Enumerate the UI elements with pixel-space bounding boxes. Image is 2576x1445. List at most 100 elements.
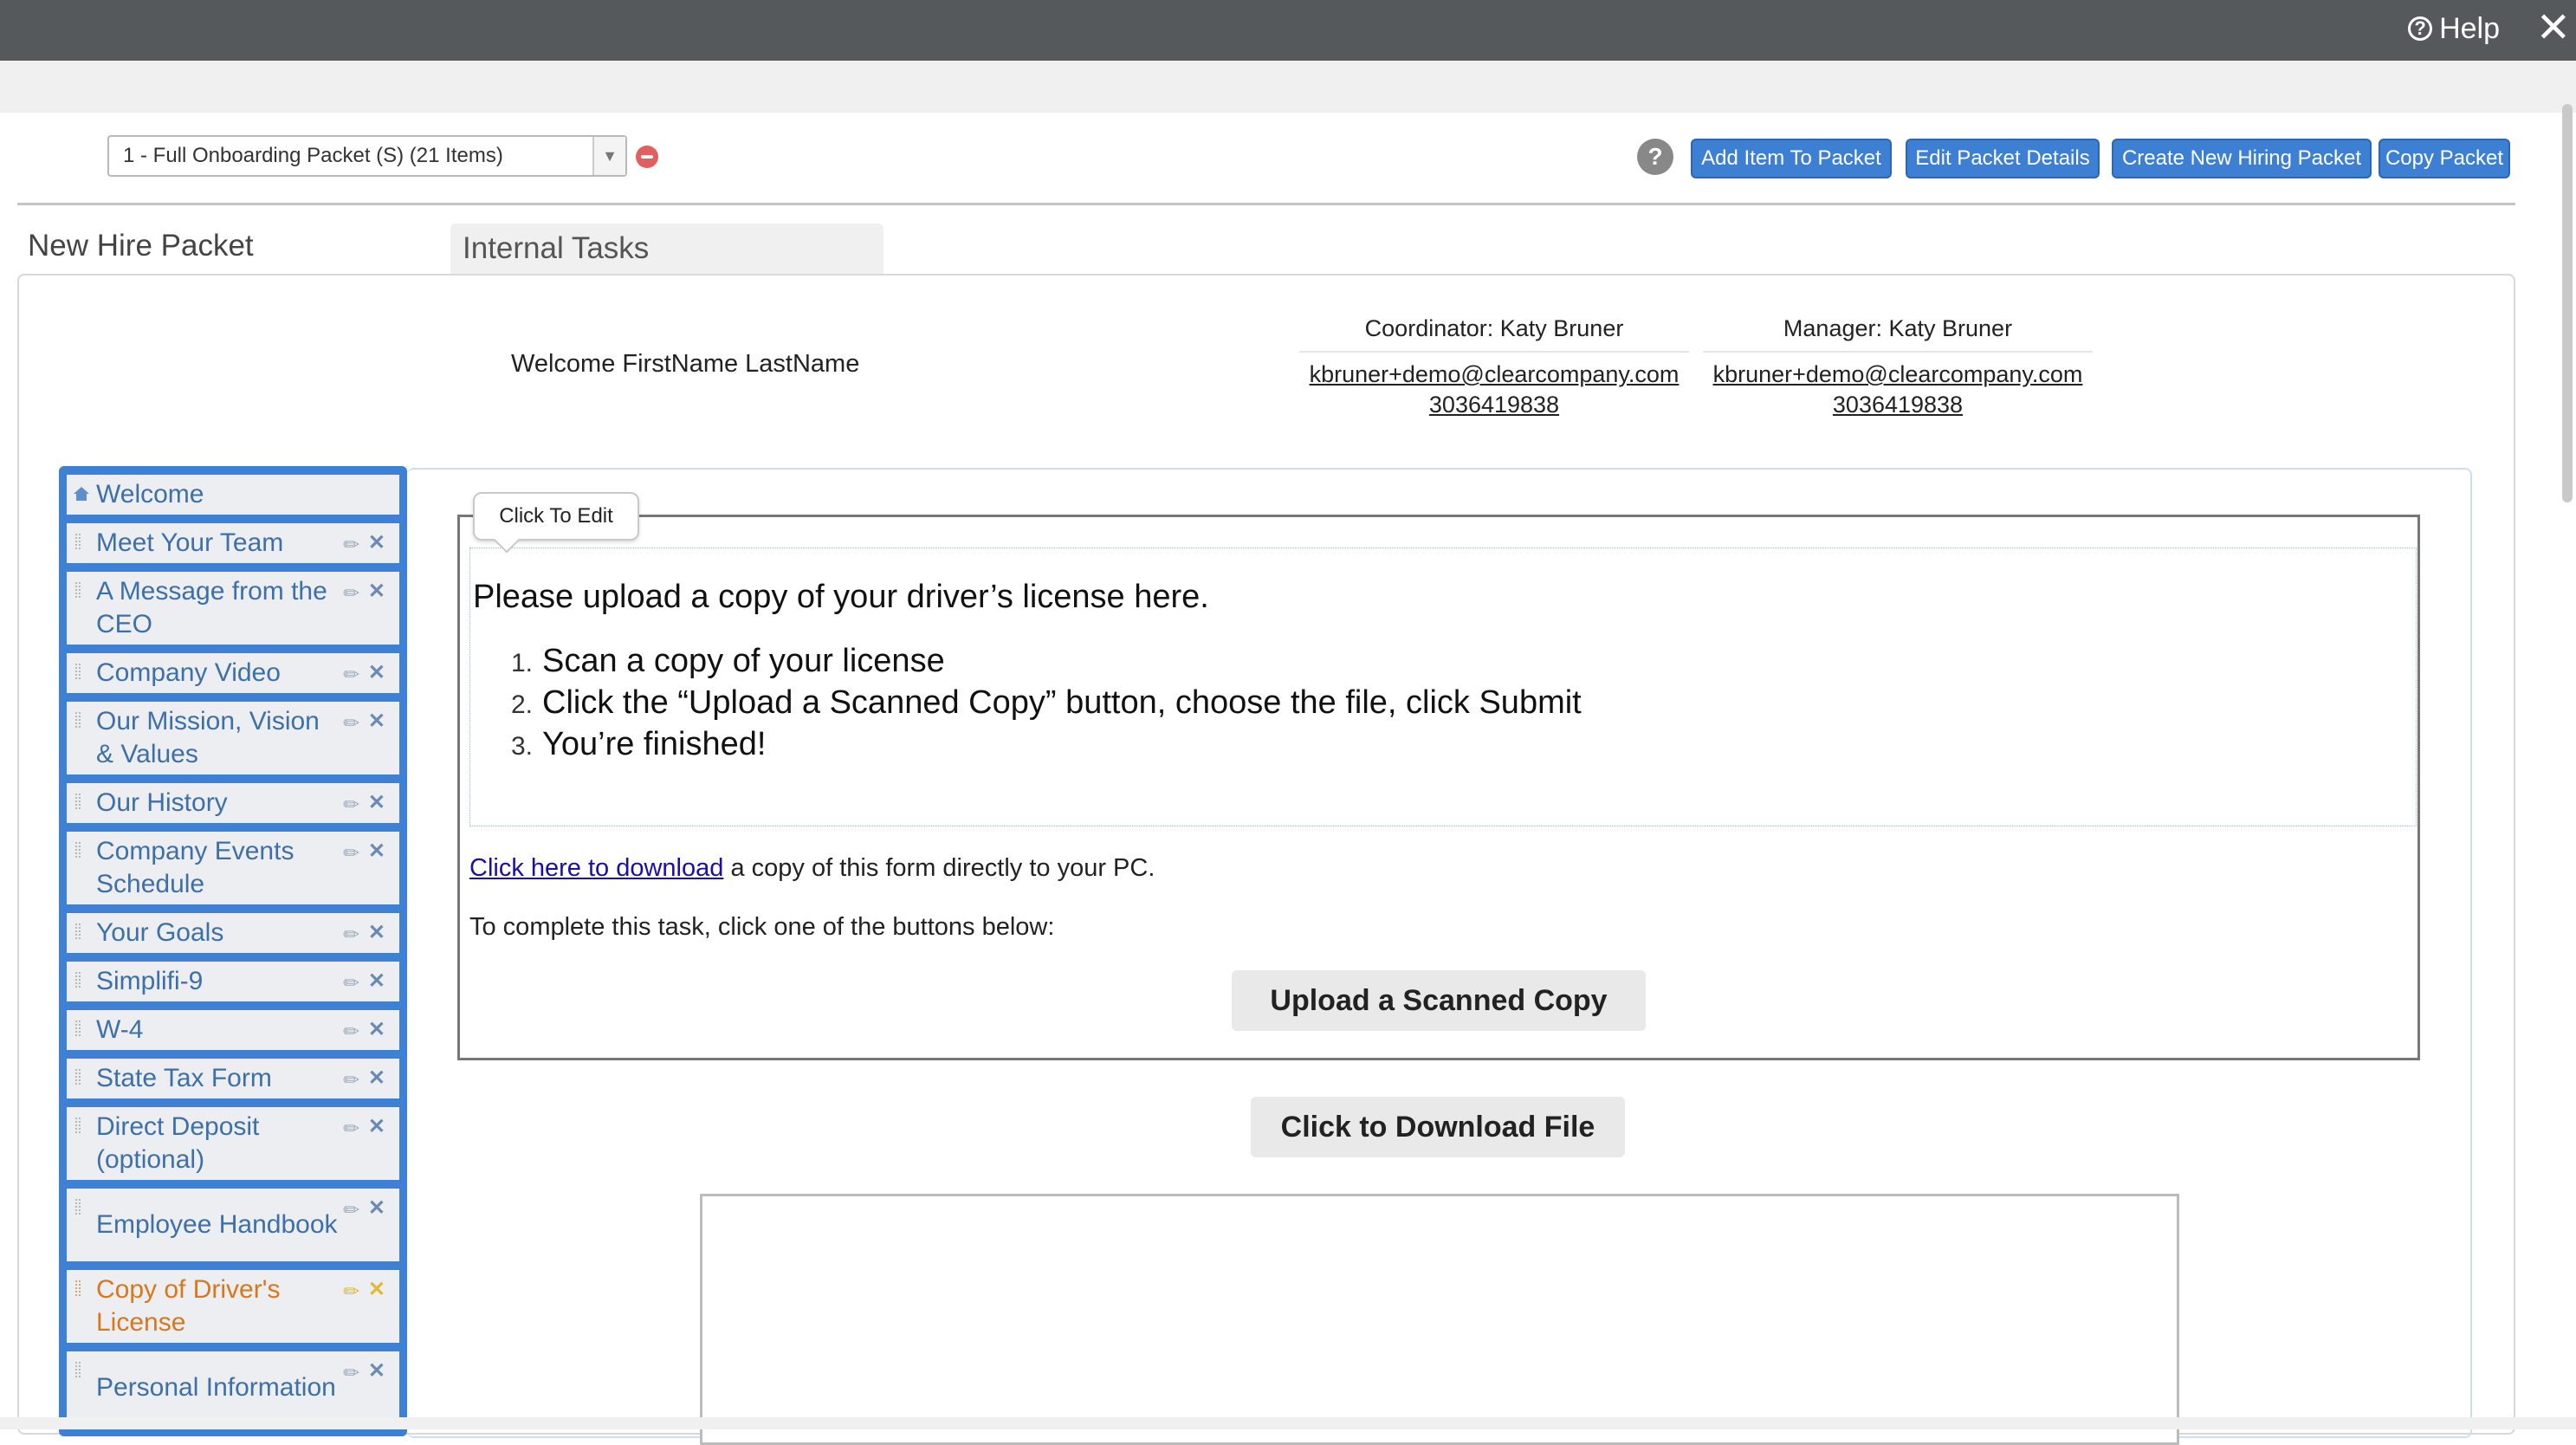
sidebar-item-label: Direct Deposit (optional)	[96, 1112, 260, 1174]
edit-pencil-icon[interactable]: ✎	[334, 787, 369, 822]
drag-handle-icon[interactable]	[75, 794, 81, 809]
delete-x-icon[interactable]: ✕	[368, 1273, 385, 1306]
sidebar-item-label: Your Goals	[96, 918, 224, 947]
delete-x-icon[interactable]: ✕	[368, 787, 385, 820]
chevron-down-icon[interactable]: ▼	[592, 137, 625, 175]
edit-pencil-icon[interactable]: ✎	[334, 917, 369, 952]
edit-pencil-icon[interactable]: ✎	[334, 836, 369, 871]
sidebar-item-simplifi-9[interactable]: Simplifi-9 ✎ ✕	[67, 962, 399, 1001]
sidebar-item-our-history[interactable]: Our History ✎ ✕	[67, 783, 399, 823]
coordinator-contact: Coordinator: Katy Bruner kbruner+demo@cl…	[1299, 315, 1689, 418]
sidebar-item-direct-deposit[interactable]: Direct Deposit (optional) ✎ ✕	[67, 1107, 399, 1180]
instructions-heading: Please upload a copy of your driver’s li…	[473, 579, 1209, 615]
sidebar-item-label: Meet Your Team	[96, 528, 284, 557]
copy-packet-button[interactable]: Copy Packet	[2379, 139, 2510, 178]
sidebar-item-label: W-4	[96, 1015, 144, 1044]
delete-x-icon[interactable]: ✕	[368, 1192, 385, 1225]
manager-phone-link[interactable]: 3036419838	[1703, 392, 2093, 418]
help-link[interactable]: ? Help	[2408, 0, 2500, 57]
edit-pencil-icon[interactable]: ✎	[334, 1014, 369, 1049]
delete-x-icon[interactable]: ✕	[368, 575, 385, 608]
add-item-button[interactable]: Add Item To Packet	[1691, 139, 1892, 178]
manager-email-link[interactable]: kbruner+demo@clearcompany.com	[1703, 361, 2093, 388]
sidebar-item-label: Our History	[96, 788, 228, 817]
sidebar-item-your-goals[interactable]: Your Goals ✎ ✕	[67, 913, 399, 953]
drag-handle-icon[interactable]	[75, 582, 81, 598]
drag-handle-icon[interactable]	[75, 1362, 81, 1377]
edit-pencil-icon[interactable]: ✎	[334, 1356, 369, 1390]
sidebar-item-company-video[interactable]: Company Video ✎ ✕	[67, 653, 399, 693]
drag-handle-icon[interactable]	[75, 1021, 81, 1036]
sidebar-item-drivers-license[interactable]: Copy of Driver's License ✎ ✕	[67, 1270, 399, 1343]
delete-x-icon[interactable]: ✕	[368, 657, 385, 690]
document-preview-frame[interactable]	[700, 1194, 2179, 1445]
tab-new-hire-packet[interactable]: New Hire Packet	[28, 229, 254, 263]
sidebar-item-employee-handbook[interactable]: Employee Handbook ✎ ✕	[67, 1189, 399, 1261]
manager-name: Manager: Katy Bruner	[1703, 315, 2093, 353]
delete-x-icon[interactable]: ✕	[368, 965, 385, 998]
sidebar-item-meet-your-team[interactable]: Meet Your Team ✎ ✕	[67, 523, 399, 563]
top-bar: ? Help ✕	[0, 0, 2576, 61]
manager-contact: Manager: Katy Bruner kbruner+demo@clearc…	[1703, 315, 2093, 418]
edit-pencil-icon[interactable]: ✎	[334, 1111, 369, 1146]
download-instruction-text: a copy of this form directly to your PC.	[723, 854, 1155, 882]
click-to-edit-tooltip: Click To Edit	[473, 492, 639, 541]
drag-handle-icon[interactable]	[75, 972, 81, 988]
delete-x-icon[interactable]: ✕	[368, 1111, 385, 1144]
remove-packet-icon[interactable]	[636, 146, 658, 168]
delete-x-icon[interactable]: ✕	[368, 1062, 385, 1095]
sidebar-item-welcome[interactable]: Welcome	[67, 475, 399, 515]
tab-internal-tasks[interactable]: Internal Tasks	[450, 224, 883, 274]
delete-x-icon[interactable]: ✕	[368, 1014, 385, 1046]
drag-handle-icon[interactable]	[75, 842, 81, 858]
edit-pencil-icon[interactable]: ✎	[334, 576, 369, 611]
edit-pencil-icon[interactable]: ✎	[334, 658, 369, 692]
edit-packet-details-button[interactable]: Edit Packet Details	[1906, 139, 2100, 178]
sidebar-item-label: A Message from the CEO	[96, 577, 327, 638]
edit-pencil-icon[interactable]: ✎	[334, 1063, 369, 1098]
sidebar-item-state-tax-form[interactable]: State Tax Form ✎ ✕	[67, 1059, 399, 1098]
close-icon[interactable]: ✕	[2536, 5, 2571, 52]
edit-pencil-icon[interactable]: ✎	[334, 528, 369, 562]
sidebar-item-events-schedule[interactable]: Company Events Schedule ✎ ✕	[67, 832, 399, 904]
drag-handle-icon[interactable]	[75, 534, 81, 549]
edit-pencil-icon[interactable]: ✎	[334, 1193, 369, 1228]
drag-handle-icon[interactable]	[75, 923, 81, 939]
download-link[interactable]: Click here to download	[469, 854, 723, 882]
sidebar-item-w-4[interactable]: W-4 ✎ ✕	[67, 1010, 399, 1050]
delete-x-icon[interactable]: ✕	[368, 917, 385, 949]
list-item: 2. Click the “Upload a Scanned Copy” butt…	[511, 684, 1582, 721]
create-new-hiring-packet-button[interactable]: Create New Hiring Packet	[2112, 139, 2372, 178]
scrollbar[interactable]	[2559, 95, 2576, 502]
scrollbar-thumb[interactable]	[2562, 104, 2573, 502]
welcome-text: Welcome FirstName LastName	[511, 350, 860, 378]
delete-x-icon[interactable]: ✕	[368, 835, 385, 868]
help-question-icon[interactable]: ?	[1637, 139, 1673, 175]
download-file-button[interactable]: Click to Download File	[1251, 1097, 1625, 1157]
coordinator-email-link[interactable]: kbruner+demo@clearcompany.com	[1299, 361, 1689, 388]
drag-handle-icon[interactable]	[75, 1069, 81, 1085]
upload-scanned-copy-button[interactable]: Upload a Scanned Copy	[1232, 970, 1646, 1031]
drag-handle-icon[interactable]	[75, 712, 81, 728]
packet-sidebar: Welcome Meet Your Team ✎ ✕ A Message fro…	[59, 466, 407, 1436]
sidebar-item-label: State Tax Form	[96, 1064, 272, 1092]
drag-handle-icon[interactable]	[75, 1280, 81, 1296]
delete-x-icon[interactable]: ✕	[368, 705, 385, 738]
sidebar-item-label: Personal Information	[96, 1373, 336, 1402]
sidebar-item-mission[interactable]: Our Mission, Vision & Values ✎ ✕	[67, 702, 399, 774]
sidebar-item-ceo-message[interactable]: A Message from the CEO ✎ ✕	[67, 572, 399, 645]
delete-x-icon[interactable]: ✕	[368, 527, 385, 560]
edit-pencil-icon[interactable]: ✎	[334, 1274, 369, 1309]
sidebar-item-personal-information[interactable]: Personal Information ✎ ✕	[67, 1351, 399, 1424]
packet-select[interactable]: 1 - Full Onboarding Packet (S) (21 Items…	[107, 135, 627, 177]
sidebar-item-label: Company Video	[96, 658, 281, 687]
delete-x-icon[interactable]: ✕	[368, 1355, 385, 1388]
drag-handle-icon[interactable]	[75, 1118, 81, 1133]
drag-handle-icon[interactable]	[75, 1199, 81, 1215]
drag-handle-icon[interactable]	[75, 664, 81, 679]
coordinator-phone-link[interactable]: 3036419838	[1299, 392, 1689, 418]
sidebar-item-label: Simplifi-9	[96, 967, 204, 995]
edit-pencil-icon[interactable]: ✎	[334, 966, 369, 1001]
edit-pencil-icon[interactable]: ✎	[334, 706, 369, 741]
download-instruction: Click here to download a copy of this fo…	[469, 854, 1155, 883]
